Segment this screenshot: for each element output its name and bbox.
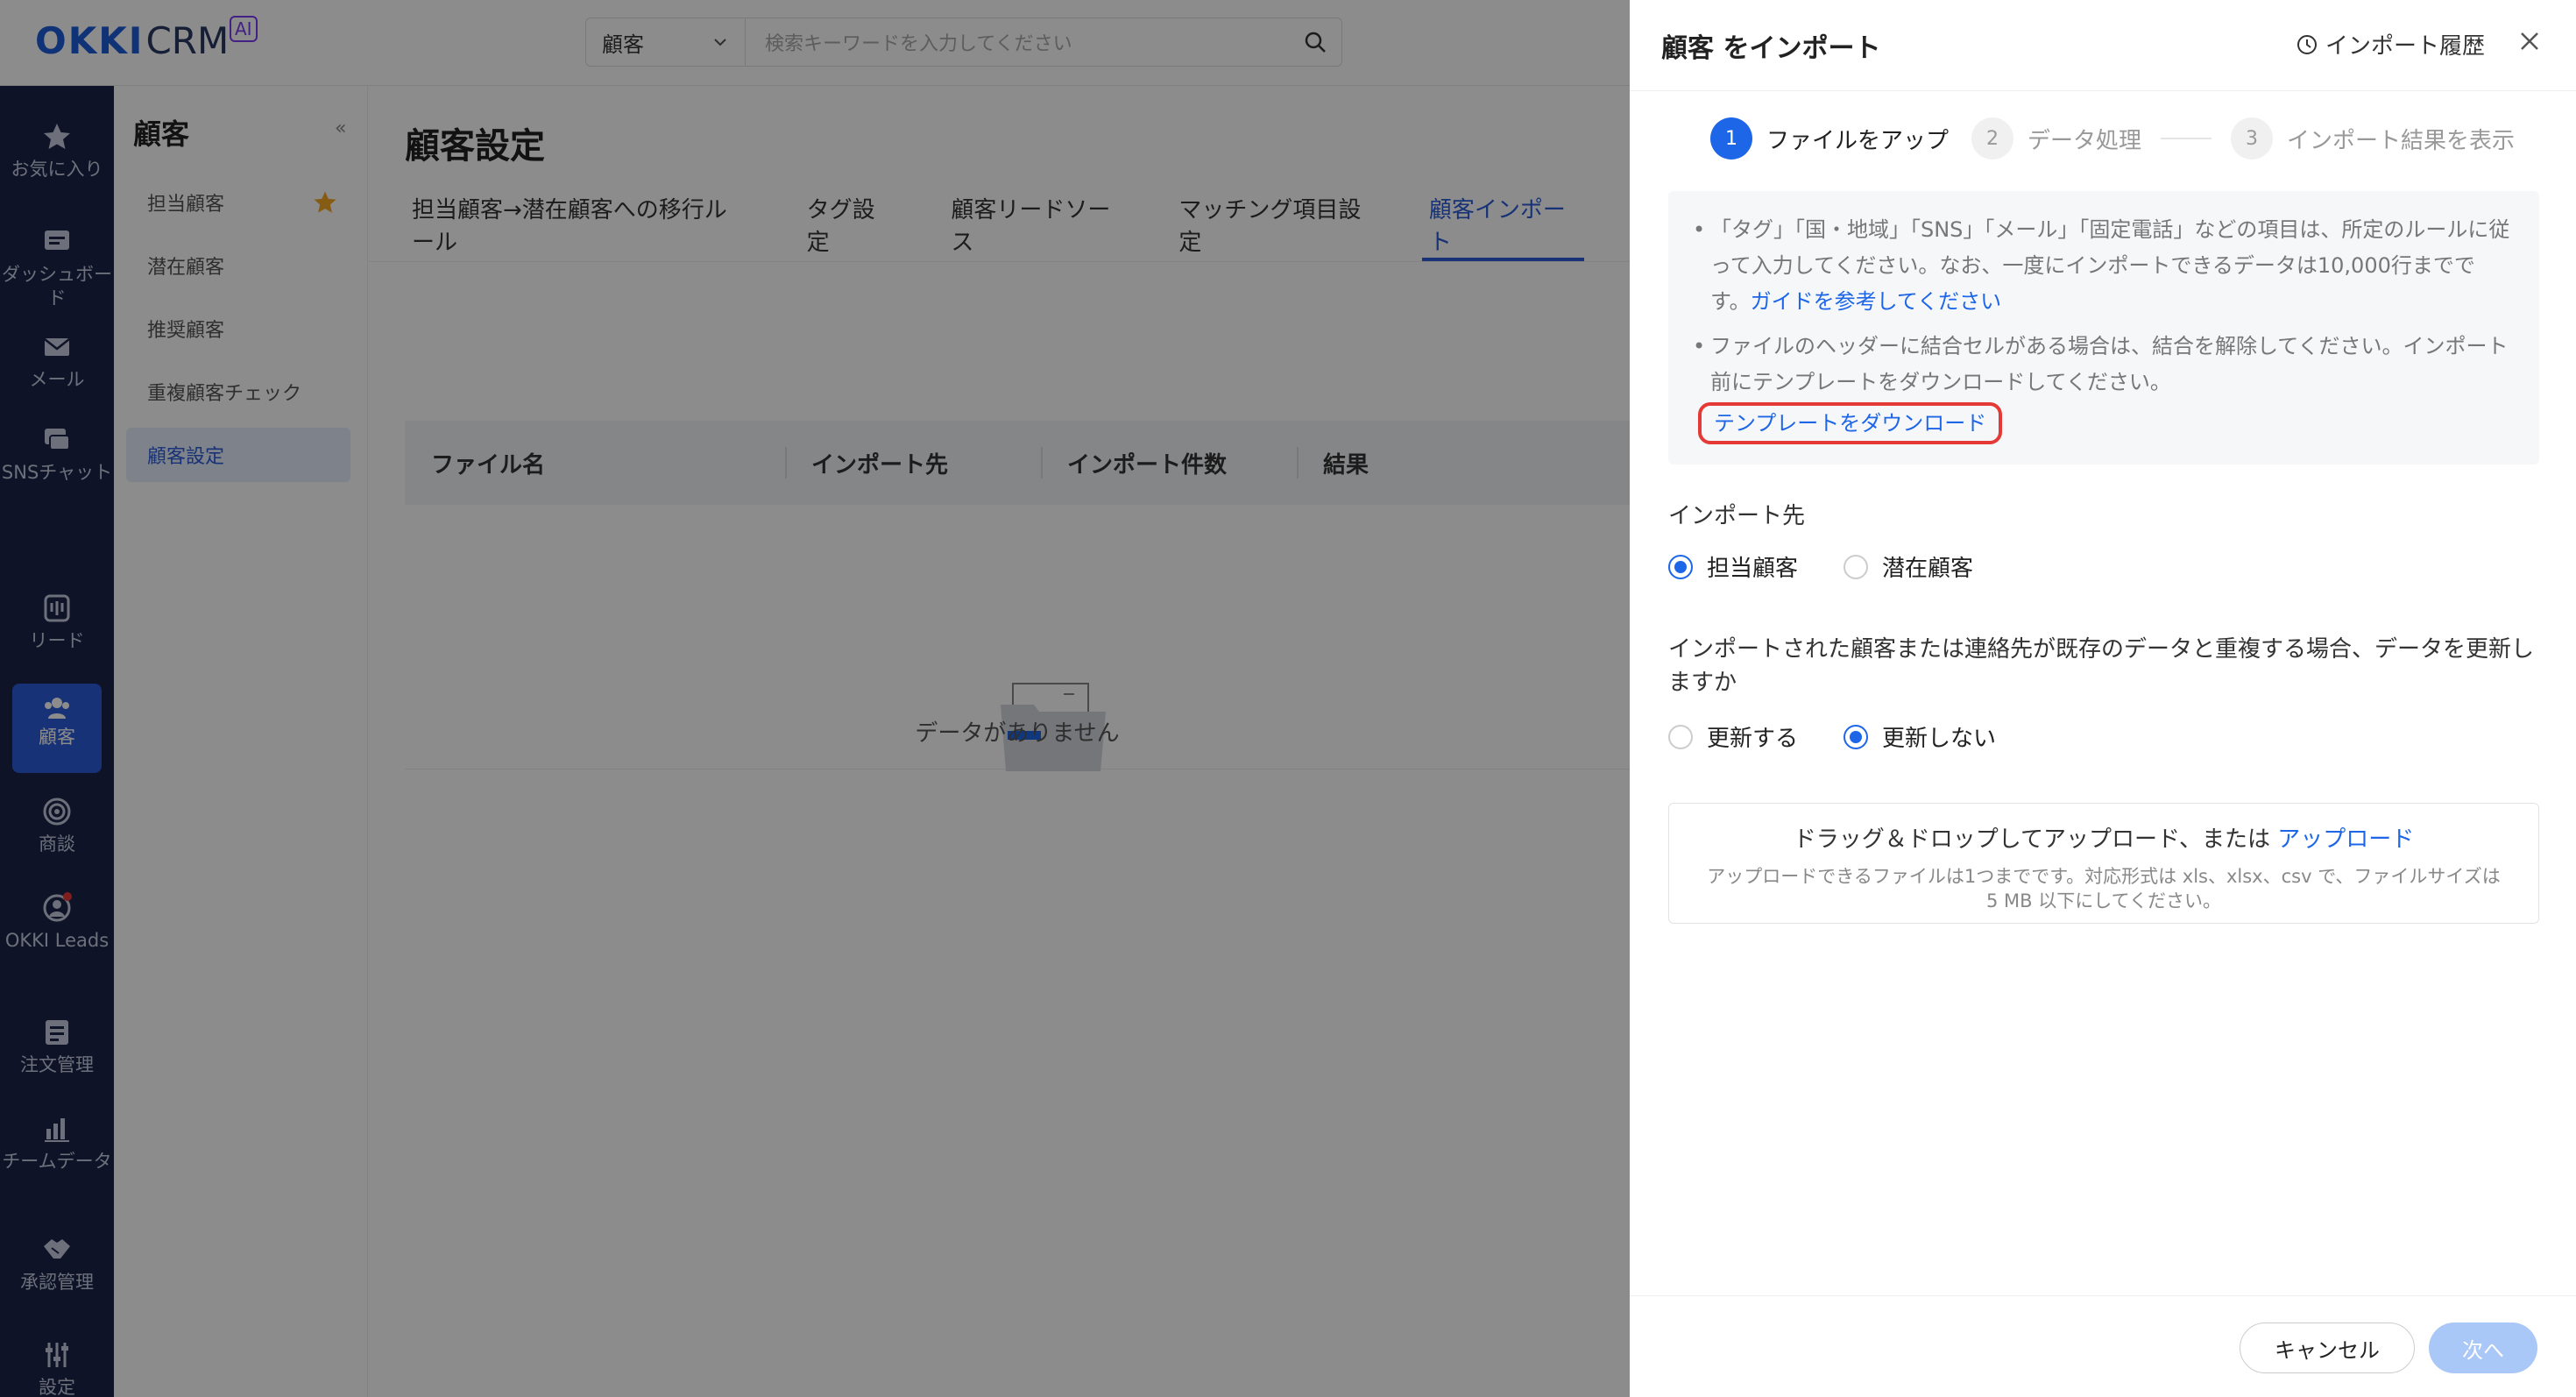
next-button[interactable]: 次へ xyxy=(2429,1323,2537,1373)
duplicate-update-label: インポートされた顧客または連絡先が既存のデータと重複する場合、データを更新します… xyxy=(1668,636,2535,696)
upload-note: アップロードできるファイルは1つまでです。対応形式は xls、xlsx、csv … xyxy=(1707,866,2501,911)
radio-button[interactable] xyxy=(1844,724,1868,749)
step-upload: 1 ファイルをアップ xyxy=(1710,117,1949,160)
history-icon xyxy=(2297,34,2317,54)
step-number: 3 xyxy=(2231,117,2274,160)
import-steps: 1 ファイルをアップ 2 データ処理 3 インポート結果を表示 xyxy=(1710,114,2515,163)
dest-option-assigned[interactable]: 担当顧客 xyxy=(1668,550,1798,583)
step-label: ファイルをアップ xyxy=(1766,127,1950,154)
radio-label: 担当顧客 xyxy=(1707,556,1799,582)
radio-button[interactable] xyxy=(1668,554,1693,579)
step-number: 1 xyxy=(1710,117,1752,160)
radio-button[interactable] xyxy=(1668,724,1693,749)
drawer-title: 顧客 をインポート xyxy=(1661,33,1881,64)
import-drawer: 顧客 をインポート インポート履歴 1 ファイルをアップ 2 データ処理 3 イ… xyxy=(1630,0,2576,1397)
instruction-template-text: ファイルのヘッダーに結合セルがある場合は、結合を解除してください。インポート前に… xyxy=(1710,334,2509,394)
guide-link[interactable]: ガイドを参考してください xyxy=(1751,289,2002,314)
import-history-button[interactable]: インポート履歴 xyxy=(2296,28,2485,60)
upload-link[interactable]: アップロード xyxy=(2277,826,2414,853)
file-upload-dropzone[interactable]: ドラッグ＆ドロップしてアップロード、または アップロード アップロードできるファ… xyxy=(1668,803,2539,924)
radio-label: 潜在顧客 xyxy=(1882,556,1974,582)
import-instructions: 「タグ」「国・地域」「SNS」「メール」「固定電話」などの項目は、所定のルールに… xyxy=(1668,191,2539,464)
step-number: 2 xyxy=(1971,117,2014,160)
step-label: インポート結果を表示 xyxy=(2287,127,2516,154)
radio-label: 更新しない xyxy=(1882,726,1997,752)
upload-prompt: ドラッグ＆ドロップしてアップロード、または アップロード xyxy=(1669,821,2538,854)
cancel-button[interactable]: キャンセル xyxy=(2240,1323,2415,1373)
import-history-label: インポート履歴 xyxy=(2325,33,2486,60)
import-destination-label: インポート先 xyxy=(1668,503,1806,529)
modal-overlay[interactable] xyxy=(0,0,1630,1397)
drawer-footer: キャンセル 次へ xyxy=(1630,1295,2576,1397)
step-label: データ処理 xyxy=(2028,127,2142,154)
download-template-link[interactable]: テンプレートをダウンロード xyxy=(1698,402,2003,444)
dup-option-update[interactable]: 更新する xyxy=(1668,720,1798,753)
instruction-template: ファイルのヘッダーに結合セルがある場合は、結合を解除してください。インポート前に… xyxy=(1693,329,2515,444)
drawer-header: 顧客 をインポート インポート履歴 xyxy=(1630,0,2576,91)
dup-option-no-update[interactable]: 更新しない xyxy=(1844,720,1996,753)
dest-option-potential[interactable]: 潜在顧客 xyxy=(1844,550,1973,583)
upload-text: ドラッグ＆ドロップしてアップロード、または xyxy=(1793,826,2270,853)
step-processing: 2 データ処理 xyxy=(1971,117,2141,160)
radio-button[interactable] xyxy=(1844,554,1868,579)
instruction-rules: 「タグ」「国・地域」「SNS」「メール」「固定電話」などの項目は、所定のルールに… xyxy=(1693,212,2515,320)
radio-label: 更新する xyxy=(1707,726,1799,752)
close-icon[interactable] xyxy=(2516,28,2543,54)
step-connector xyxy=(2161,138,2212,139)
step-result: 3 インポート結果を表示 xyxy=(2231,117,2515,160)
